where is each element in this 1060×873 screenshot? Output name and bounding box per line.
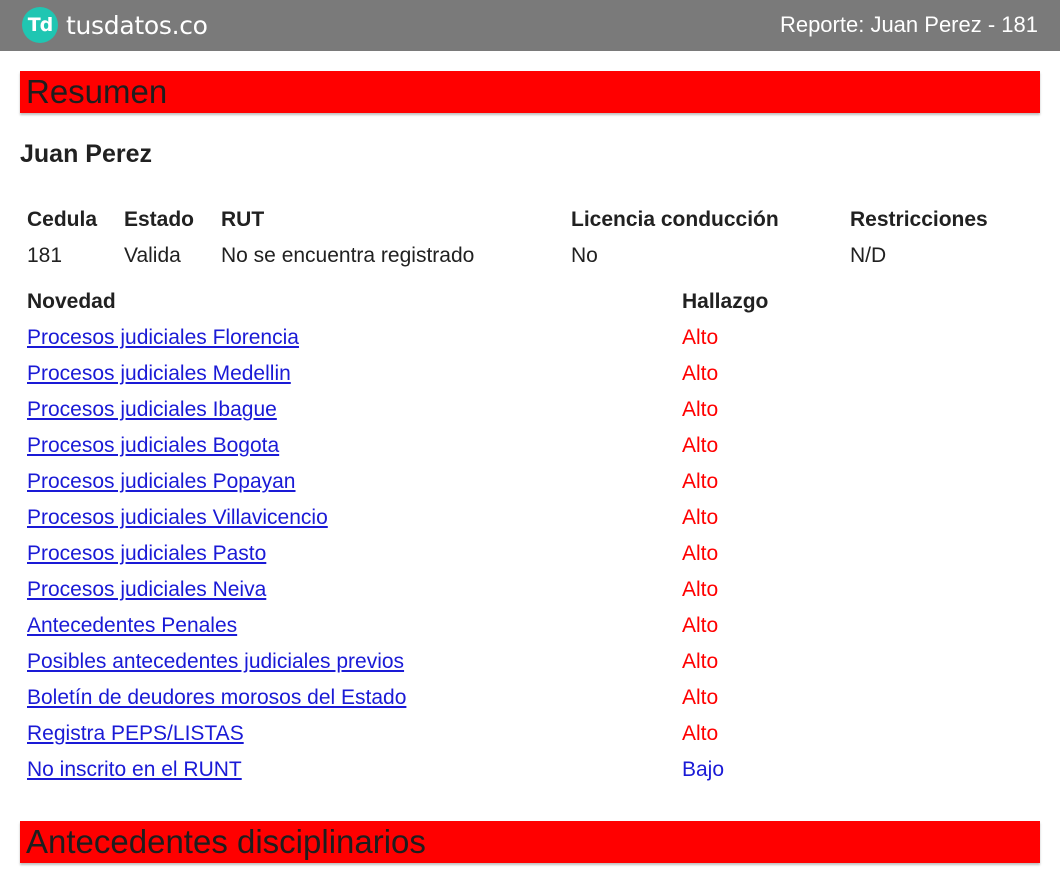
hallazgo-level: Alto [682,578,719,601]
estado-header: Estado [124,208,195,231]
novedad-link[interactable]: Procesos judiciales Villavicencio [27,506,328,530]
report-title: Reporte: Juan Perez - 181 [779,12,1038,37]
section-header-resumen: Resumen [20,71,1040,113]
novedad-link[interactable]: Procesos judiciales Popayan [27,470,296,494]
section-header-antecedentes-disciplinarios: Antecedentes disciplinarios [20,821,1040,863]
hallazgo-header: Hallazgo [682,290,769,313]
novedad-link[interactable]: Procesos judiciales Pasto [27,542,266,566]
novedad-row: Procesos judiciales Villavicencio Alto [0,506,1060,542]
novedad-link[interactable]: Procesos judiciales Medellin [27,362,291,386]
novedad-link[interactable]: Antecedentes Penales [27,614,237,638]
tusdatos-logo[interactable]: Td tusdatos.co [22,7,208,43]
novedad-row: Registra PEPS/LISTAS Alto [0,722,1060,758]
licencia-header: Licencia conducción [571,208,779,231]
logo-mark-icon: Td [22,7,58,43]
hallazgo-level: Alto [682,398,719,421]
novedad-link[interactable]: Procesos judiciales Neiva [27,578,266,602]
novedad-link[interactable]: Procesos judiciales Bogota [27,434,279,458]
novedad-row: Procesos judiciales Ibague Alto [0,398,1060,434]
novedad-row: Procesos judiciales Neiva Alto [0,578,1060,614]
cedula-value: 181 [27,244,63,267]
novedad-row: No inscrito en el RUNT Bajo [0,758,1060,794]
hallazgo-level: Alto [682,650,719,673]
hallazgo-level: Alto [682,506,719,529]
novedad-row: Boletín de deudores morosos del Estado A… [0,686,1060,722]
hallazgo-level: Alto [682,614,719,637]
novedad-link[interactable]: Procesos judiciales Florencia [27,326,299,350]
hallazgo-level: Alto [682,362,719,385]
hallazgo-level: Alto [682,470,719,493]
estado-value: Valida [124,244,181,267]
novedad-row: Procesos judiciales Florencia Alto [0,326,1060,362]
restricciones-header: Restricciones [850,208,988,231]
novedad-row: Procesos judiciales Medellin Alto [0,362,1060,398]
person-name: Juan Perez [20,140,153,168]
rut-value: No se encuentra registrado [221,244,475,267]
restricciones-value: N/D [850,244,887,267]
top-bar: Td tusdatos.co Reporte: Juan Perez - 181 [0,0,1060,51]
novedad-header: Novedad [27,290,116,313]
hallazgo-level: Alto [682,542,719,565]
section-title: Resumen [26,73,168,110]
hallazgo-level: Alto [682,434,719,457]
novedad-row: Procesos judiciales Pasto Alto [0,542,1060,578]
novedad-link[interactable]: Posibles antecedentes judiciales previos [27,650,404,674]
novedad-row: Posibles antecedentes judiciales previos… [0,650,1060,686]
novedad-link[interactable]: Boletín de deudores morosos del Estado [27,686,406,710]
hallazgo-level: Alto [682,722,719,745]
hallazgo-level: Alto [682,686,719,709]
cedula-header: Cedula [27,208,98,231]
novedad-link[interactable]: Registra PEPS/LISTAS [27,722,244,746]
logo-text: tusdatos.co [66,10,208,40]
hallazgo-level: Bajo [682,758,725,781]
licencia-value: No [571,244,598,267]
novedad-row: Procesos judiciales Popayan Alto [0,470,1060,506]
novedad-link[interactable]: Procesos judiciales Ibague [27,398,277,422]
section-title: Antecedentes disciplinarios [26,823,426,860]
novedad-row: Antecedentes Penales Alto [0,614,1060,650]
novedad-link[interactable]: No inscrito en el RUNT [27,758,242,782]
novedad-row: Procesos judiciales Bogota Alto [0,434,1060,470]
hallazgo-level: Alto [682,326,719,349]
rut-header: RUT [221,208,265,231]
